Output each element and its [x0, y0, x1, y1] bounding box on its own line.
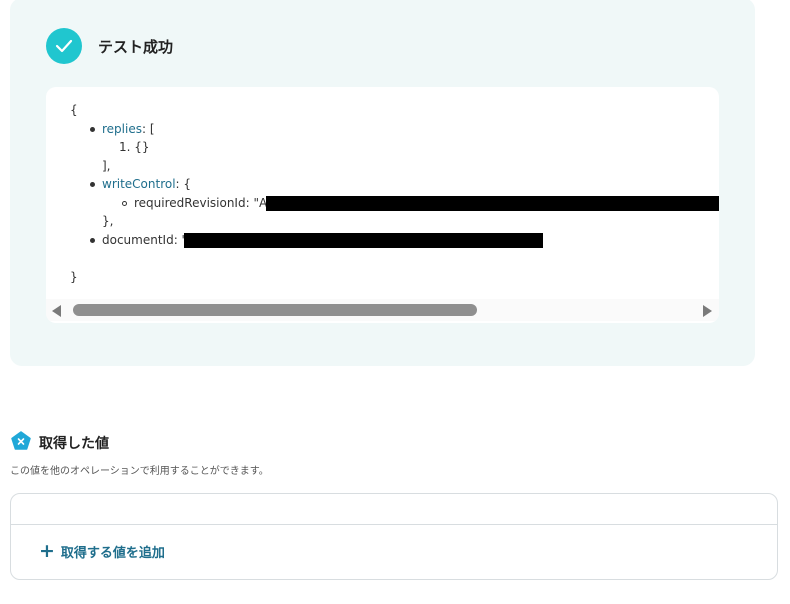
bullet-icon: [90, 237, 95, 243]
json-documentid-text: documentId: ": [102, 232, 188, 247]
json-writecontrol-line: writeControl: {: [70, 175, 267, 194]
json-revision-line: requiredRevisionId: "A: [70, 194, 719, 213]
scroll-left-icon[interactable]: [52, 305, 61, 317]
redaction-bar: [184, 232, 543, 248]
add-value-button[interactable]: + 取得する値を追加: [39, 540, 165, 562]
json-spacer: [70, 249, 267, 268]
json-key-replies[interactable]: replies: [102, 122, 142, 136]
values-title: 取得した値: [39, 436, 109, 452]
redaction-bar: [266, 195, 719, 211]
add-value-label: 取得する値を追加: [60, 546, 165, 561]
json-replies-item: 1. {}: [119, 140, 150, 154]
x-pentagon-icon: [11, 431, 31, 455]
scroll-right-icon[interactable]: [703, 305, 712, 317]
json-key-writecontrol[interactable]: writeControl: [102, 177, 176, 191]
values-description: この値を他のオペレーションで利用することができます。: [10, 466, 269, 477]
json-revision-text: requiredRevisionId: "A: [134, 195, 268, 210]
success-header: テスト成功: [46, 28, 173, 64]
bullet-icon: [90, 182, 95, 187]
json-output-box: { replies: [ 1. {} ], writeControl: { re…: [46, 87, 719, 323]
json-close-brace: }: [70, 269, 78, 284]
json-replies-line: replies: [: [70, 120, 267, 139]
values-header: 取得した値: [11, 431, 109, 455]
success-title: テスト成功: [98, 37, 174, 56]
divider: [11, 524, 777, 525]
json-output: { replies: [ 1. {} ], writeControl: { re…: [70, 101, 719, 286]
json-documentid-line: documentId: ": [70, 231, 543, 250]
test-result-panel: テスト成功 { replies: [ 1. {} ], writeControl…: [10, 0, 755, 366]
json-replies-close: ],: [102, 158, 111, 173]
scrollbar-thumb[interactable]: [73, 304, 477, 316]
json-replies-suffix: : [: [141, 121, 155, 136]
horizontal-scrollbar[interactable]: [46, 299, 719, 321]
json-open-brace: {: [70, 103, 78, 117]
plus-icon: +: [39, 540, 55, 562]
json-writecontrol-suffix: : {: [175, 177, 192, 191]
check-icon: [46, 28, 82, 64]
hollow-bullet-icon: [122, 200, 127, 206]
values-box: + 取得する値を追加: [10, 493, 778, 580]
bullet-icon: [90, 126, 95, 132]
json-writecontrol-close: },: [102, 214, 114, 228]
